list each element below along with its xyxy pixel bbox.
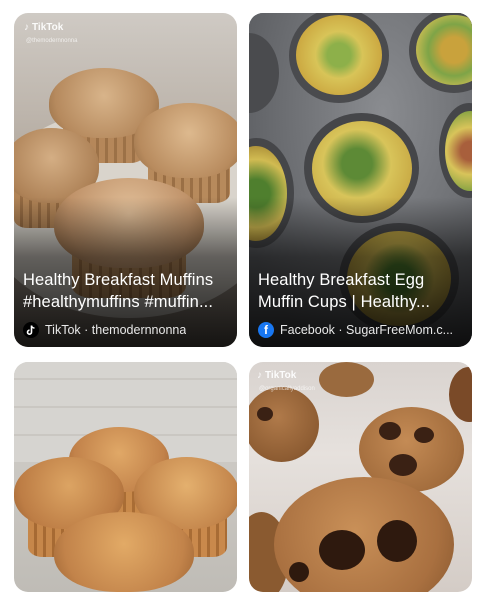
- tiktok-icon: ♪: [257, 370, 262, 381]
- result-card-1[interactable]: ♪ TikTok @themodernnonna Healthy Breakfa…: [14, 13, 237, 347]
- source-separator: ·: [84, 323, 89, 337]
- source-name: Facebook: [280, 323, 335, 337]
- result-card-4[interactable]: ♪ TikTok @organicallyaddison: [249, 362, 472, 592]
- source-name: TikTok: [45, 323, 81, 337]
- result-image-3[interactable]: [14, 362, 237, 592]
- result-card-3[interactable]: [14, 362, 237, 592]
- tiktok-watermark: ♪ TikTok: [257, 370, 297, 381]
- tiktok-icon: [23, 322, 39, 338]
- source-detail: SugarFreeMom.c...: [346, 323, 454, 337]
- result-source[interactable]: f Facebook · SugarFreeMom.c...: [258, 322, 464, 338]
- result-title[interactable]: Healthy Breakfast Egg Muffin Cups | Heal…: [258, 269, 462, 313]
- facebook-icon: f: [258, 322, 274, 338]
- result-card-2[interactable]: Healthy Breakfast Egg Muffin Cups | Heal…: [249, 13, 472, 347]
- source-detail: themodernnonna: [91, 323, 187, 337]
- tiktok-watermark: ♪ TikTok: [24, 22, 64, 33]
- source-separator: ·: [338, 323, 343, 337]
- result-source[interactable]: TikTok · themodernnonna: [23, 322, 229, 338]
- watermark-handle: @themodernnonna: [26, 38, 78, 44]
- result-title[interactable]: Healthy Breakfast Muffins #healthymuffin…: [23, 269, 227, 313]
- result-image-4[interactable]: [249, 362, 472, 592]
- watermark-handle: @organicallyaddison: [259, 386, 315, 392]
- tiktok-icon: ♪: [24, 22, 29, 33]
